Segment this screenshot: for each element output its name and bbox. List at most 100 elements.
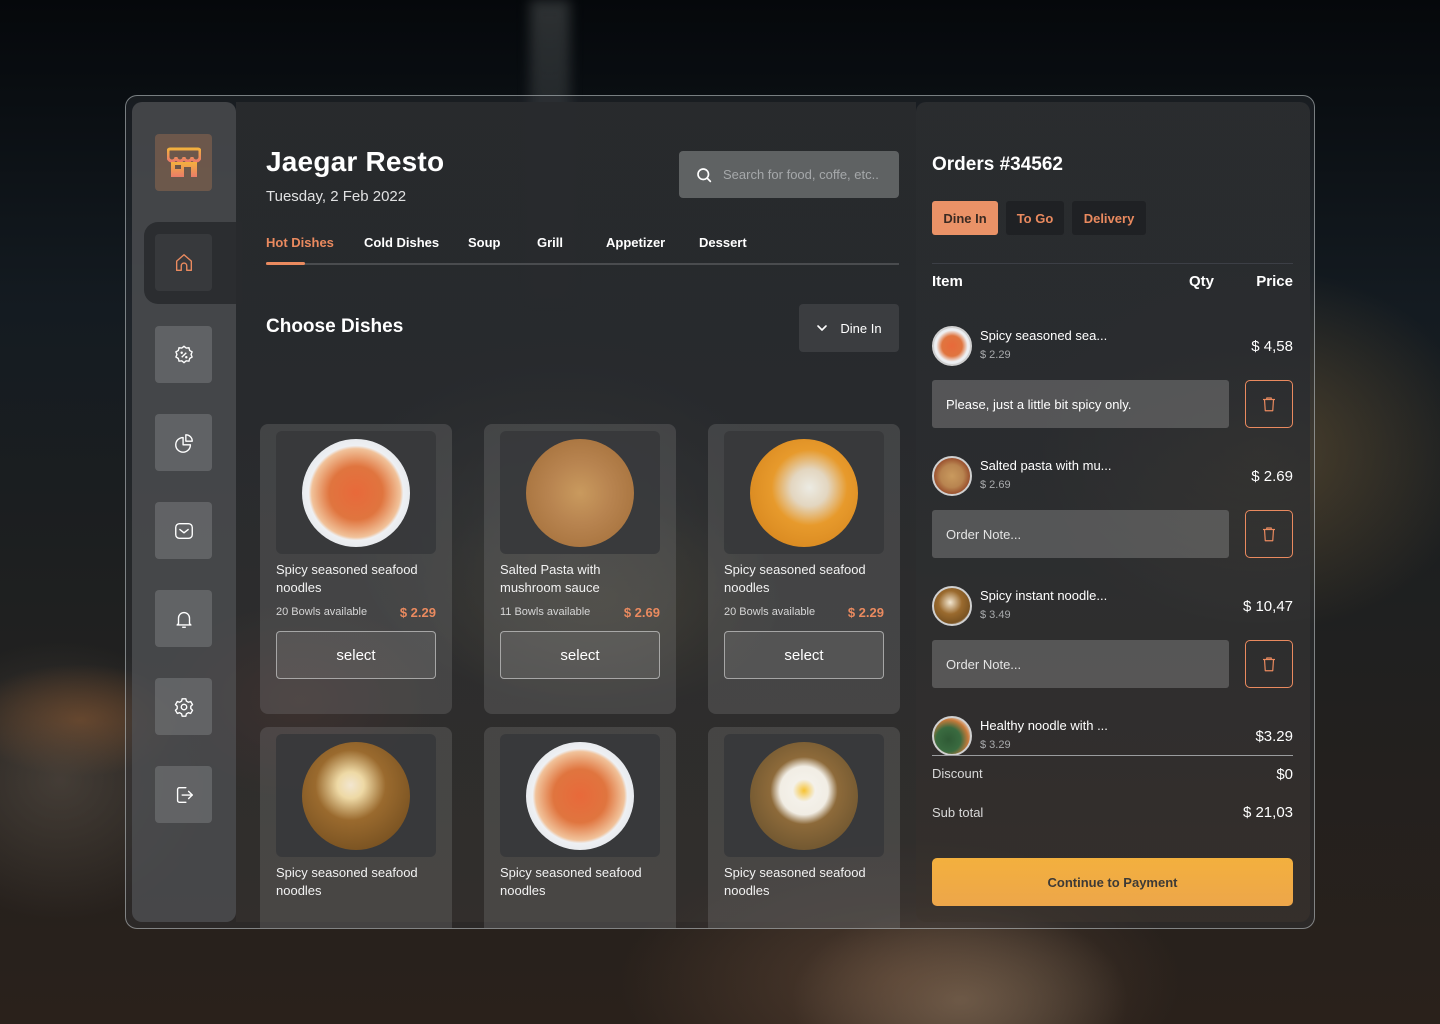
dish-image-frame — [724, 734, 884, 857]
select-dish-button[interactable]: select — [276, 631, 436, 679]
order-item-name: Salted pasta with mu... — [980, 458, 1112, 473]
column-header-price: Price — [1256, 273, 1293, 290]
pos-window: Jaegar Resto Tuesday, 2 Feb 2022 Hot Dis… — [125, 95, 1315, 929]
sidebar — [132, 102, 242, 922]
delete-item-button[interactable] — [1245, 640, 1293, 688]
dish-photo — [750, 438, 858, 547]
order-item-thumbnail — [932, 326, 972, 366]
order-note-input[interactable] — [932, 510, 1229, 558]
order-item-total: $ 4,58 — [1251, 338, 1293, 355]
chevron-down-icon — [817, 325, 828, 331]
select-dish-button[interactable]: select — [724, 631, 884, 679]
dish-name: Spicy seasoned seafood noodles — [724, 865, 866, 898]
tabs-divider — [266, 263, 899, 265]
order-type-dine-in[interactable]: Dine In — [932, 201, 998, 235]
dish-image-frame — [500, 431, 660, 554]
tab-grill[interactable]: Grill — [537, 235, 563, 250]
dish-photo — [750, 741, 858, 850]
order-number: Orders #34562 — [932, 154, 1063, 175]
nav-messages-button[interactable] — [155, 502, 212, 559]
order-type-value: Dine In — [840, 320, 882, 336]
order-note-input[interactable] — [932, 380, 1229, 428]
tab-hot-dishes[interactable]: Hot Dishes — [266, 235, 334, 250]
tab-cold-dishes[interactable]: Cold Dishes — [364, 235, 439, 250]
dish-name: Salted Pasta with mushroom sauce — [500, 562, 601, 595]
dish-image-frame — [276, 734, 436, 857]
order-items-list[interactable]: Spicy seasoned sea... $ 2.29 $ 4,58 Salt… — [916, 322, 1310, 756]
tab-dessert[interactable]: Dessert — [699, 235, 747, 250]
orders-panel: Orders #34562 Dine In To Go Delivery Ite… — [916, 102, 1310, 922]
order-type-to-go[interactable]: To Go — [1006, 201, 1064, 235]
dish-card: Spicy seasoned seafood noodles 20 Bowls … — [260, 424, 452, 714]
logo — [155, 134, 212, 191]
order-item-thumbnail — [932, 456, 972, 496]
discount-icon — [174, 344, 193, 363]
store-icon — [166, 147, 201, 177]
order-item-name: Spicy seasoned sea... — [980, 328, 1108, 343]
dish-card: Spicy seasoned seafood noodles — [484, 727, 676, 928]
search-icon — [697, 167, 712, 182]
dish-card: Spicy seasoned seafood noodles — [708, 727, 900, 928]
dish-name: Spicy seasoned seafood noodles — [724, 562, 866, 595]
order-item-thumbnail — [932, 586, 972, 626]
logout-icon — [176, 786, 193, 803]
delete-item-button[interactable] — [1245, 380, 1293, 428]
dish-image-frame — [724, 431, 884, 554]
order-item-name: Spicy instant noodle... — [980, 588, 1108, 603]
dish-name: Spicy seasoned seafood noodles — [276, 865, 418, 898]
dish-price: $ 2.69 — [623, 605, 660, 620]
category-tabs: Hot Dishes Cold Dishes Soup Grill Appeti… — [266, 235, 899, 265]
search-box[interactable] — [679, 151, 899, 198]
section-title: Choose Dishes — [266, 316, 404, 337]
delete-item-button[interactable] — [1245, 510, 1293, 558]
nav-logout-button[interactable] — [155, 766, 212, 823]
order-item-unit-price: $ 3.49 — [980, 609, 1011, 621]
order-item-unit-price: $ 2.69 — [980, 479, 1011, 491]
dish-name: Spicy seasoned seafood noodles — [500, 865, 642, 898]
trash-icon — [1263, 657, 1275, 672]
dish-price: $ 2.29 — [399, 605, 436, 620]
orders-divider — [932, 263, 1293, 264]
current-date: Tuesday, 2 Feb 2022 — [266, 188, 407, 205]
dish-card: Spicy seasoned seafood noodles — [260, 727, 452, 928]
active-tab-indicator — [266, 262, 305, 265]
order-item-thumbnail — [932, 716, 972, 756]
continue-to-payment-button[interactable]: Continue to Payment — [932, 858, 1293, 906]
column-header-item: Item — [932, 273, 963, 290]
gear-icon — [174, 697, 193, 717]
nav-settings-button[interactable] — [155, 678, 212, 735]
order-note-input[interactable] — [932, 640, 1229, 688]
dish-photo — [526, 741, 634, 850]
order-item-total: $3.29 — [1255, 728, 1293, 745]
order-item-unit-price: $ 2.29 — [980, 349, 1011, 361]
select-dish-button[interactable]: select — [500, 631, 660, 679]
dish-photo — [526, 438, 634, 547]
tab-appetizer[interactable]: Appetizer — [606, 235, 665, 250]
tab-soup[interactable]: Soup — [468, 235, 501, 250]
dish-card: Spicy seasoned seafood noodles 20 Bowls … — [708, 424, 900, 714]
discount-label: Discount — [932, 766, 983, 781]
search-input[interactable] — [723, 167, 893, 182]
pie-chart-icon — [174, 433, 193, 453]
summary-divider — [932, 755, 1293, 756]
nav-home-button[interactable] — [155, 234, 212, 291]
dish-availability: 20 Bowls available — [724, 606, 816, 618]
dish-image-frame — [500, 734, 660, 857]
home-icon — [175, 253, 192, 271]
trash-icon — [1263, 397, 1275, 412]
subtotal-value: $ 21,03 — [1242, 804, 1293, 821]
order-item-total: $ 2.69 — [1251, 468, 1293, 485]
dish-name: Spicy seasoned seafood noodles — [276, 562, 418, 595]
nav-notifications-button[interactable] — [155, 590, 212, 647]
menu-panel: Jaegar Resto Tuesday, 2 Feb 2022 Hot Dis… — [236, 102, 916, 928]
order-type-dropdown[interactable]: Dine In — [799, 304, 899, 352]
nav-discount-button[interactable] — [155, 326, 212, 383]
nav-dashboard-button[interactable] — [155, 414, 212, 471]
dish-image-frame — [276, 431, 436, 554]
discount-value: $0 — [1276, 766, 1293, 783]
dish-photo — [302, 438, 410, 547]
dish-photo — [302, 741, 410, 850]
dish-availability: 11 Bowls available — [500, 606, 591, 618]
bell-icon — [175, 611, 192, 628]
order-type-delivery[interactable]: Delivery — [1072, 201, 1146, 235]
